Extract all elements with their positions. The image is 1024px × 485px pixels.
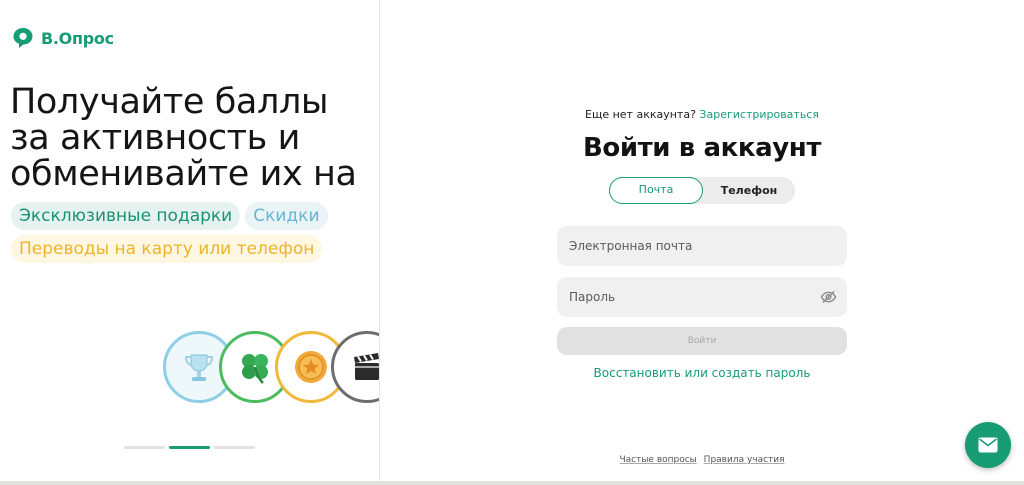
bottom-edge xyxy=(0,481,1024,485)
carousel-dot[interactable] xyxy=(214,446,255,449)
promo-panel: В.Опрос Получайте баллы за активность и … xyxy=(0,0,379,481)
carousel-item-movie xyxy=(331,331,379,403)
chat-button[interactable] xyxy=(965,422,1011,468)
eye-off-icon[interactable] xyxy=(820,289,837,305)
clover-icon xyxy=(242,354,268,384)
chip-discounts: Скидки xyxy=(245,202,328,230)
clapperboard-icon xyxy=(354,353,379,380)
faq-link[interactable]: Частые вопросы xyxy=(619,455,696,465)
login-button[interactable]: Войти xyxy=(557,327,847,355)
rules-link[interactable]: Правила участия xyxy=(704,455,785,465)
chip-transfers: Переводы на карту или телефон xyxy=(11,235,323,263)
trophy-icon xyxy=(184,354,214,381)
headline-line: Получайте баллы xyxy=(10,82,329,122)
promo-headline: Получайте баллы за активность и обменива… xyxy=(10,84,379,192)
restore-password-link[interactable]: Восстановить или создать пароль xyxy=(556,366,848,380)
panel-divider xyxy=(379,0,380,481)
password-field-wrapper xyxy=(557,277,847,317)
password-field[interactable] xyxy=(557,277,847,317)
carousel-dot-active[interactable] xyxy=(169,446,210,449)
email-field[interactable] xyxy=(557,226,847,266)
login-method-switch: Почта Телефон xyxy=(609,177,795,204)
carousel-pagination xyxy=(124,446,255,449)
reward-chips: Эксклюзивные подарки Скидки Переводы на … xyxy=(11,202,379,268)
no-account-text: Еще нет аккаунта? xyxy=(585,108,696,121)
headline-line: за активность и xyxy=(10,118,300,158)
reward-carousel xyxy=(163,331,379,403)
coin-icon xyxy=(295,351,327,383)
footer-links: Частые вопросы Правила участия xyxy=(556,455,848,465)
signup-link[interactable]: Зарегистрироваться xyxy=(699,108,819,121)
logo-icon xyxy=(13,28,33,48)
tab-phone[interactable]: Телефон xyxy=(703,177,795,204)
brand-logo[interactable]: В.Опрос xyxy=(11,26,114,50)
page-title: Войти в аккаунт xyxy=(582,133,822,163)
email-field-wrapper xyxy=(557,226,847,266)
tab-email[interactable]: Почта xyxy=(609,177,703,204)
chip-exclusive-gifts: Эксклюзивные подарки xyxy=(11,202,241,230)
signup-prompt: Еще нет аккаунта? Зарегистрироваться xyxy=(556,108,848,121)
headline-line: обменивайте их на xyxy=(10,154,357,194)
carousel-dot[interactable] xyxy=(124,446,165,449)
brand-name: В.Опрос xyxy=(41,28,114,48)
mail-icon xyxy=(978,437,998,453)
